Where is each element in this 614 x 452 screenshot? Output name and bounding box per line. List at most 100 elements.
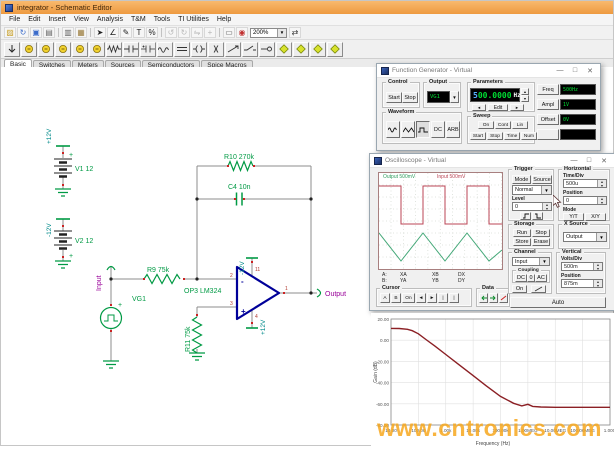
data-export-left-button[interactable] bbox=[479, 293, 488, 303]
menu-item-tools[interactable]: Tools bbox=[150, 16, 174, 23]
open-icon[interactable]: ▨ bbox=[4, 27, 16, 38]
copy-icon[interactable]: ▥ bbox=[62, 27, 74, 38]
battery-icon[interactable] bbox=[89, 42, 105, 57]
fg-dc-button[interactable]: DC bbox=[431, 121, 445, 138]
coupling-dc-button[interactable]: DC bbox=[515, 274, 527, 282]
fg-digit-prev-button[interactable]: ◄ bbox=[472, 104, 486, 111]
menu-item-help[interactable]: Help bbox=[213, 16, 235, 23]
xsource-select[interactable]: Output▼ bbox=[563, 232, 607, 242]
resistor-r11[interactable] bbox=[193, 317, 202, 353]
mirror-icon[interactable]: ⇋ bbox=[191, 27, 203, 38]
oscilloscope-window[interactable]: Oscilloscope - Virtual — □ ✕ Output 500m… bbox=[369, 153, 614, 311]
current-generator-icon[interactable] bbox=[72, 42, 88, 57]
fg-titlebar[interactable]: Function Generator - Virtual — □ ✕ bbox=[377, 64, 600, 78]
output-net-clamp[interactable] bbox=[317, 289, 321, 297]
timediv-spinner[interactable]: 500u ▲▼ bbox=[563, 179, 607, 188]
cursor-button--[interactable]: | bbox=[438, 293, 448, 303]
storage-run-button[interactable]: Run bbox=[513, 229, 531, 237]
cursor-button--[interactable]: ► bbox=[427, 293, 437, 303]
fg-start-button[interactable]: Start bbox=[386, 92, 402, 103]
zoom-level-select[interactable]: 200%▼ bbox=[250, 28, 287, 38]
fg-blank-button[interactable] bbox=[537, 129, 559, 140]
text-tool-icon[interactable]: T bbox=[133, 27, 145, 38]
fg-maximize-button[interactable]: □ bbox=[569, 67, 581, 74]
fg-sweep-button-lin[interactable]: Lin bbox=[512, 121, 528, 129]
fg-sweep-button-cont[interactable]: Cont bbox=[495, 121, 511, 129]
h-position-spinner[interactable]: 0 ▲▼ bbox=[563, 196, 607, 205]
fg-freq-down-button[interactable]: ▼ bbox=[521, 95, 529, 102]
trigger-level-spinner[interactable]: 0 ▲▼ bbox=[512, 202, 552, 211]
scope-auto-button[interactable]: Auto bbox=[510, 297, 606, 308]
pen-tool-icon[interactable]: ✎ bbox=[120, 27, 132, 38]
wire-tool-icon[interactable]: ∠ bbox=[107, 27, 119, 38]
fg-digit-next-button[interactable]: ► bbox=[510, 104, 524, 111]
menu-item-t-m[interactable]: T&M bbox=[127, 16, 150, 23]
zoom-icon[interactable]: ◉ bbox=[236, 27, 248, 38]
rotate-left-icon[interactable]: ↺ bbox=[165, 27, 177, 38]
cursor-button-a[interactable]: A bbox=[380, 293, 390, 303]
current-source-icon[interactable] bbox=[38, 42, 54, 57]
coupled-inductor-icon[interactable] bbox=[191, 42, 207, 57]
menu-item-ti-utilities[interactable]: TI Utilities bbox=[174, 16, 213, 23]
storage-erase-button[interactable]: Erase bbox=[532, 238, 550, 246]
fg-sweep-button-num[interactable]: Num bbox=[521, 132, 537, 140]
trigger-mode-select[interactable]: Normal▼ bbox=[512, 185, 552, 195]
channel-on-button[interactable]: On bbox=[512, 285, 527, 293]
spinner-arrows[interactable]: ▲▼ bbox=[597, 180, 606, 187]
resistor-r9[interactable] bbox=[144, 275, 180, 284]
voltsdiv-spinner[interactable]: 500m ▲▼ bbox=[561, 262, 603, 271]
v-position-spinner[interactable]: 875m ▲▼ bbox=[561, 279, 603, 288]
fg-freq-button[interactable]: Freq bbox=[537, 84, 559, 95]
cursor-button-on[interactable]: On bbox=[402, 293, 415, 303]
fg-ampl-button[interactable]: Ampl bbox=[537, 99, 559, 110]
battery-v2[interactable] bbox=[54, 231, 72, 249]
voltage-generator-icon[interactable] bbox=[55, 42, 71, 57]
storage-stop-button[interactable]: Stop bbox=[532, 229, 550, 237]
scope-minimize-button[interactable]: — bbox=[568, 157, 580, 164]
coupling-gnd-button[interactable]: 0 bbox=[527, 274, 535, 282]
junction-icon[interactable]: + bbox=[204, 27, 216, 38]
transformer-icon[interactable] bbox=[174, 42, 190, 57]
swap-windows-icon[interactable]: ⇄ bbox=[289, 27, 301, 38]
rising-edge-button[interactable] bbox=[520, 212, 531, 220]
fg-minimize-button[interactable]: — bbox=[554, 67, 566, 74]
fg-sine-wave-button[interactable] bbox=[386, 121, 400, 138]
mode-xy-button[interactable]: X/Y bbox=[585, 213, 606, 221]
menu-item-analysis[interactable]: Analysis bbox=[93, 16, 127, 23]
paste-icon[interactable]: ▦ bbox=[75, 27, 87, 38]
fg-sweep-button-on[interactable]: On bbox=[478, 121, 494, 129]
wattmeter-icon[interactable] bbox=[310, 42, 326, 57]
fg-edit-button[interactable]: Edit bbox=[488, 104, 508, 111]
import-icon[interactable]: ↻ bbox=[17, 27, 29, 38]
fg-freq-up-button[interactable]: ▲ bbox=[521, 88, 529, 95]
channel-slope-button[interactable] bbox=[531, 285, 546, 293]
voltage-source-icon[interactable] bbox=[21, 42, 37, 57]
rotate-right-icon[interactable]: ↻ bbox=[178, 27, 190, 38]
print-icon[interactable]: ▤ bbox=[43, 27, 55, 38]
channel-select[interactable]: Input▼ bbox=[512, 257, 550, 266]
last-component-icon[interactable] bbox=[4, 42, 20, 57]
switch-icon[interactable] bbox=[259, 42, 275, 57]
potentiometer-icon[interactable] bbox=[225, 42, 241, 57]
function-generator-window[interactable]: Function Generator - Virtual — □ ✕ Contr… bbox=[376, 63, 601, 151]
fg-offset-button[interactable]: Offset bbox=[537, 114, 559, 125]
menu-item-file[interactable]: File bbox=[5, 16, 24, 23]
capacitor-c4[interactable] bbox=[237, 193, 243, 206]
delete-tool-icon[interactable]: % bbox=[146, 27, 158, 38]
coupled-inductor2-icon[interactable] bbox=[208, 42, 224, 57]
relay-icon[interactable] bbox=[242, 42, 258, 57]
coupling-ac-button[interactable]: AC bbox=[535, 274, 547, 282]
fg-square-wave-button[interactable] bbox=[416, 121, 430, 138]
capacitor-icon[interactable] bbox=[123, 42, 139, 57]
vg1-source[interactable] bbox=[101, 308, 122, 329]
fg-output-dropdown[interactable]: ▼ bbox=[450, 91, 459, 103]
fg-stop-button[interactable]: Stop bbox=[402, 92, 418, 103]
inductor-icon[interactable] bbox=[157, 42, 173, 57]
cursor-button--[interactable]: ◄ bbox=[416, 293, 426, 303]
scope-close-button[interactable]: ✕ bbox=[598, 157, 610, 165]
save-icon[interactable]: ▣ bbox=[30, 27, 42, 38]
fg-sweep-button-time[interactable]: Time bbox=[504, 132, 520, 140]
cursor-button--[interactable]: | bbox=[449, 293, 459, 303]
resistor-icon[interactable] bbox=[106, 42, 122, 57]
battery-v1[interactable] bbox=[54, 159, 72, 177]
